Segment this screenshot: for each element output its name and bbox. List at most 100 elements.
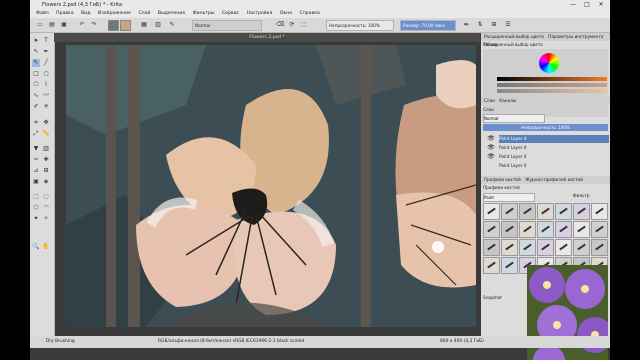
brush-preset-tile[interactable] [501, 221, 518, 238]
measure-tool-icon[interactable]: 📏 [42, 130, 50, 138]
brush-preset-tile[interactable] [591, 239, 608, 256]
perspective-grid-icon[interactable]: ⊞ [42, 167, 50, 175]
polygon-select-tool-icon[interactable]: ⬡ [32, 204, 40, 212]
color-shade-bar[interactable] [497, 89, 607, 93]
brush-preset-tile[interactable] [555, 239, 572, 256]
tab-layers[interactable]: Слои [484, 98, 495, 103]
color-picker-tool-icon[interactable]: ✑ [32, 156, 40, 164]
painting-canvas[interactable] [66, 45, 476, 327]
layer-row[interactable]: Paint Layer 4 [499, 153, 609, 161]
brush-preset-tile[interactable] [483, 221, 500, 238]
gradient-tool-icon[interactable]: ▥ [42, 145, 50, 153]
brush-preset-tile[interactable] [591, 203, 608, 220]
blend-mode-select[interactable]: Normal [192, 20, 262, 31]
transform-tool-icon[interactable]: ⤢ [32, 130, 40, 138]
similar-select-tool-icon[interactable]: ✧ [42, 215, 50, 223]
brush-preset-tile[interactable] [537, 221, 554, 238]
colorize-mask-tool-icon[interactable]: ◈ [42, 178, 50, 186]
brush-preset-tile[interactable] [537, 203, 554, 220]
brush-preset-tile[interactable] [519, 221, 536, 238]
opacity-slider[interactable]: Непрозрачность: 100% [326, 20, 394, 31]
menu-settings[interactable]: Настройка [247, 11, 273, 16]
undo-icon[interactable]: ↶ [78, 21, 86, 29]
freehand-select-tool-icon[interactable]: ◠ [42, 204, 50, 212]
pan-tool-icon[interactable]: ✋ [42, 243, 50, 251]
painting-artwork[interactable] [66, 45, 476, 327]
hue-ring[interactable] [539, 53, 559, 73]
move-tool-icon[interactable]: ✥ [42, 119, 50, 127]
layer-row[interactable]: Paint Layer 4 [499, 144, 609, 152]
tab-tool-options[interactable]: Параметры инструмента [548, 34, 603, 39]
maximize-button[interactable]: □ [580, 0, 594, 10]
pattern-icon[interactable]: ▦ [140, 21, 148, 29]
brush-preset-tile[interactable] [555, 203, 572, 220]
bezier-tool-icon[interactable]: ∿ [32, 92, 40, 100]
menu-file[interactable]: Файл [36, 11, 49, 16]
brush-preset-tile[interactable] [555, 221, 572, 238]
select-shapes-tool-icon[interactable]: ➤ [32, 37, 40, 45]
menu-select[interactable]: Выделение [158, 11, 185, 16]
brush-preset-tile[interactable] [537, 239, 554, 256]
foreground-swatch[interactable] [108, 20, 119, 31]
background-swatch[interactable] [120, 20, 131, 31]
zoom-tool-icon[interactable]: 🔍 [32, 243, 40, 251]
contiguous-select-tool-icon[interactable]: ✦ [32, 215, 40, 223]
preserve-alpha-icon[interactable]: ⬚ [300, 21, 308, 29]
line-tool-icon[interactable]: ╱ [42, 59, 50, 67]
document-tab[interactable]: Flowers 2.psd * [54, 33, 480, 42]
brush-preset-icon[interactable]: ✎ [168, 21, 176, 29]
brush-preset-tile[interactable] [591, 221, 608, 238]
layer-row[interactable]: Paint Layer 4 [499, 135, 609, 143]
polygon-tool-icon[interactable]: ⬠ [32, 81, 40, 89]
menu-window[interactable]: Окно [280, 11, 292, 16]
wrap-around-icon[interactable]: ⊞ [490, 21, 498, 29]
layer-row[interactable]: Paint Layer 4 [499, 162, 609, 170]
brush-preset-tile[interactable] [501, 239, 518, 256]
tab-brush-history[interactable]: Журнал профилей кистей [525, 177, 583, 182]
polyline-tool-icon[interactable]: ⌇ [42, 81, 50, 89]
save-icon[interactable]: ▣ [60, 21, 68, 29]
redo-icon[interactable]: ↷ [90, 21, 98, 29]
brush-preset-tile[interactable] [519, 239, 536, 256]
gradient-icon[interactable]: ▥ [154, 21, 162, 29]
reference-images-tool-icon[interactable]: ▣ [32, 178, 40, 186]
workspace-icon[interactable]: ☰ [504, 21, 512, 29]
brush-preset-tile[interactable] [501, 203, 518, 220]
minimize-button[interactable]: — [566, 0, 580, 10]
tab-channels[interactable]: Каналы [499, 98, 516, 103]
size-slider[interactable]: Размер: 70,00 пикс. [400, 20, 456, 31]
tab-brush-presets[interactable]: Профили кистей [484, 177, 521, 182]
eye-icon[interactable]: 👁 [487, 135, 495, 143]
reload-preset-icon[interactable]: ⟳ [288, 21, 296, 29]
edit-shapes-tool-icon[interactable]: ↖ [32, 48, 40, 56]
dynamic-brush-tool-icon[interactable]: ✐ [32, 103, 40, 111]
brush-tag-select[interactable]: Paint [483, 193, 535, 202]
assistant-tool-icon[interactable]: ⊿ [32, 167, 40, 175]
eye-icon[interactable]: 👁 [487, 144, 495, 152]
brush-preset-tile[interactable] [519, 203, 536, 220]
tab-advanced-color-selector[interactable]: Расширенный выбор цвета [484, 34, 544, 39]
freehand-path-tool-icon[interactable]: 〰 [42, 92, 50, 100]
close-button[interactable]: ✕ [594, 0, 608, 10]
menu-tools[interactable]: Сервис [222, 11, 239, 16]
menu-edit[interactable]: Правка [56, 11, 73, 16]
multibrush-tool-icon[interactable]: ✳ [42, 103, 50, 111]
fill-tool-icon[interactable]: ▼ [32, 145, 40, 153]
menu-layer[interactable]: Слой [138, 11, 150, 16]
eraser-mode-icon[interactable]: ⌫ [276, 21, 284, 29]
rect-select-tool-icon[interactable]: ⬚ [32, 193, 40, 201]
brush-preset-tile[interactable] [573, 203, 590, 220]
menu-help[interactable]: Справка [300, 11, 320, 16]
ellipse-select-tool-icon[interactable]: ◌ [42, 193, 50, 201]
brush-preset-tile[interactable] [501, 257, 518, 274]
smart-patch-tool-icon[interactable]: ✚ [42, 156, 50, 164]
new-document-icon[interactable]: ▭ [36, 21, 44, 29]
brush-preset-tile[interactable] [483, 203, 500, 220]
open-folder-icon[interactable]: ▤ [48, 21, 56, 29]
text-tool-icon[interactable]: T [42, 37, 50, 45]
crop-tool-icon[interactable]: ⌗ [32, 119, 40, 127]
freehand-brush-tool-icon[interactable]: ✎ [32, 59, 40, 67]
brush-preset-tile[interactable] [483, 257, 500, 274]
calligraphy-tool-icon[interactable]: ✒ [42, 48, 50, 56]
menu-image[interactable]: Изображение [98, 11, 131, 16]
